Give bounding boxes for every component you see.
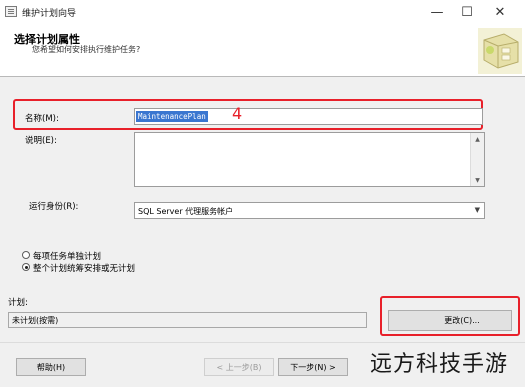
description-scrollbar[interactable]: ▲ ▼ [470,133,484,186]
next-button[interactable]: 下一步(N) > [278,358,348,376]
page-subtitle: 您希望如何安排执行维护任务? [32,45,141,54]
back-button[interactable]: < 上一步(B) [204,358,274,376]
radio-single-schedule[interactable] [22,263,30,271]
radio-separate-schedules[interactable] [22,251,30,259]
wizard-banner-icon [478,28,522,74]
help-button[interactable]: 帮助(H) [16,358,86,376]
description-textarea[interactable]: ▲ ▼ [134,132,485,187]
schedule-display: 未计划(按需) [8,312,367,328]
minimize-button[interactable]: — [420,0,454,24]
change-schedule-button-label: 更改(C)... [444,316,480,325]
radio-separate-schedules-label[interactable]: 每项任务单独计划 [33,250,101,262]
maximize-button[interactable]: ☐ [450,0,484,24]
window-title: 维护计划向导 [22,9,77,19]
description-label: 说明(E): [25,136,57,146]
wizard-window-icon [5,6,17,17]
radio-single-schedule-label[interactable]: 整个计划统筹安排或无计划 [33,262,135,274]
name-input[interactable]: MaintenancePlan [134,108,483,125]
name-input-value: MaintenancePlan [136,111,208,122]
back-button-label: < 上一步(B) [216,362,262,372]
change-schedule-button[interactable]: 更改(C)... [388,310,512,331]
annotation-step-4: 4 [232,104,243,123]
help-button-label: 帮助(H) [36,362,66,372]
chevron-down-icon[interactable]: ▼ [475,206,480,214]
close-button[interactable]: ✕ [483,0,517,24]
name-label: 名称(M): [25,114,59,124]
schedule-label: 计划: [8,298,28,308]
watermark-text: 远方科技手游 [370,352,509,377]
run-as-value: SQL Server 代理服务帐户 [138,207,234,216]
scroll-up-arrow-icon[interactable]: ▲ [471,133,484,145]
schedule-value: 未计划(按需) [12,316,59,325]
run-as-label: 运行身份(R): [29,202,79,212]
next-button-label: 下一步(N) > [290,362,336,372]
run-as-select[interactable]: SQL Server 代理服务帐户 ▼ [134,202,485,219]
scroll-down-arrow-icon[interactable]: ▼ [471,174,484,186]
